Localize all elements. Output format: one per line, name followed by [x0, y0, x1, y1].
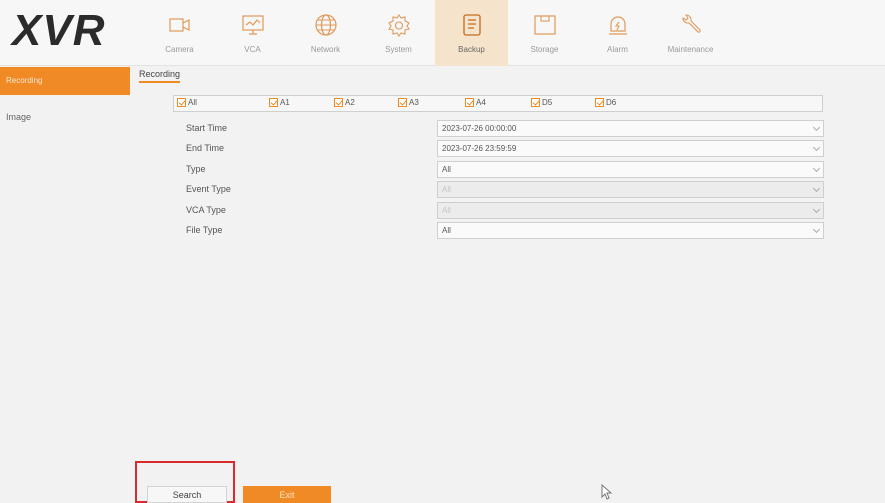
nav-system[interactable]: System [362, 0, 435, 66]
checkbox-checked-icon [334, 98, 343, 107]
backup-icon [458, 11, 486, 39]
exit-button[interactable]: Exit [243, 486, 331, 503]
end-time-row: End Time 2023-07-26 23:59:59 [186, 140, 824, 157]
nav-alarm[interactable]: Alarm [581, 0, 654, 66]
nav-vca-label: VCA [244, 45, 261, 54]
end-time-select[interactable]: 2023-07-26 23:59:59 [437, 140, 824, 157]
start-time-label: Start Time [186, 123, 228, 133]
tab-recording[interactable]: Recording [139, 69, 181, 83]
vca-type-select: All [437, 202, 824, 219]
nav-network-label: Network [310, 45, 341, 54]
start-time-row: Start Time 2023-07-26 00:00:00 [186, 120, 824, 137]
start-time-select[interactable]: 2023-07-26 00:00:00 [437, 120, 824, 137]
end-time-label: End Time [186, 143, 225, 153]
channel-selector: All A1 A2 A3 A4 D5 D6 [173, 95, 823, 112]
file-type-value: All [442, 226, 451, 235]
nav-vca[interactable]: VCA [216, 0, 289, 66]
channel-a1-checkbox[interactable]: A1 [269, 98, 290, 107]
alarm-icon [604, 11, 632, 39]
channel-label: A2 [345, 98, 355, 107]
channel-a2-checkbox[interactable]: A2 [334, 98, 355, 107]
main-nav: Camera VCA Network System Backup Storage… [143, 0, 727, 66]
type-label: Type [186, 164, 206, 174]
vca-icon [239, 11, 267, 39]
sidebar: Recording Image [0, 67, 130, 503]
file-type-select[interactable]: All [437, 222, 824, 239]
app-logo: XVR [12, 6, 106, 55]
nav-backup[interactable]: Backup [435, 0, 508, 66]
chevron-down-icon [812, 123, 821, 132]
vca-type-row: VCA Type All [186, 202, 824, 219]
channel-label: All [188, 98, 197, 107]
event-type-value: All [442, 185, 451, 194]
wrench-icon [677, 11, 705, 39]
chevron-down-icon [812, 164, 821, 173]
nav-storage[interactable]: Storage [508, 0, 581, 66]
checkbox-checked-icon [531, 98, 540, 107]
main-content: Recording All A1 A2 A3 A4 D5 D6 Start Ti… [131, 67, 885, 503]
checkbox-checked-icon [269, 98, 278, 107]
network-globe-icon [312, 11, 340, 39]
sidebar-item-recording[interactable]: Recording [0, 67, 130, 95]
chevron-down-icon [812, 205, 821, 214]
nav-system-label: System [385, 45, 412, 54]
channel-label: D5 [542, 98, 553, 107]
nav-network[interactable]: Network [289, 0, 362, 66]
nav-storage-label: Storage [530, 45, 559, 54]
channel-d5-checkbox[interactable]: D5 [531, 98, 552, 107]
end-time-value: 2023-07-26 23:59:59 [442, 144, 517, 153]
channel-a4-checkbox[interactable]: A4 [465, 98, 486, 107]
event-type-label: Event Type [186, 184, 231, 194]
channel-label: A1 [280, 98, 290, 107]
nav-maintenance-label: Maintenance [667, 45, 714, 54]
nav-backup-label: Backup [458, 45, 485, 54]
channel-d6-checkbox[interactable]: D6 [595, 98, 616, 107]
nav-maintenance[interactable]: Maintenance [654, 0, 727, 66]
vca-type-label: VCA Type [186, 205, 226, 215]
top-bar: XVR Camera VCA Network System Backup Sto… [0, 0, 885, 66]
checkbox-checked-icon [595, 98, 604, 107]
chevron-down-icon [812, 184, 821, 193]
chevron-down-icon [812, 225, 821, 234]
file-type-label: File Type [186, 225, 223, 235]
channel-label: A4 [476, 98, 486, 107]
channel-a3-checkbox[interactable]: A3 [398, 98, 419, 107]
file-type-row: File Type All [186, 222, 824, 239]
sidebar-item-image[interactable]: Image [0, 103, 130, 131]
type-value: All [442, 165, 451, 174]
search-button[interactable]: Search [147, 486, 227, 503]
vca-type-value: All [442, 206, 451, 215]
channel-label: D6 [606, 98, 617, 107]
checkbox-checked-icon [465, 98, 474, 107]
nav-alarm-label: Alarm [607, 45, 628, 54]
type-row: Type All [186, 161, 824, 178]
nav-camera-label: Camera [165, 45, 194, 54]
gear-icon [385, 11, 413, 39]
camera-icon [166, 11, 194, 39]
start-time-value: 2023-07-26 00:00:00 [442, 124, 517, 133]
checkbox-checked-icon [398, 98, 407, 107]
channel-label: A3 [409, 98, 419, 107]
storage-icon [531, 11, 559, 39]
type-select[interactable]: All [437, 161, 824, 178]
channel-all-checkbox[interactable]: All [177, 98, 197, 107]
event-type-row: Event Type All [186, 181, 824, 198]
chevron-down-icon [812, 143, 821, 152]
event-type-select: All [437, 181, 824, 198]
checkbox-checked-icon [177, 98, 186, 107]
mouse-cursor-icon [601, 483, 613, 503]
nav-camera[interactable]: Camera [143, 0, 216, 66]
